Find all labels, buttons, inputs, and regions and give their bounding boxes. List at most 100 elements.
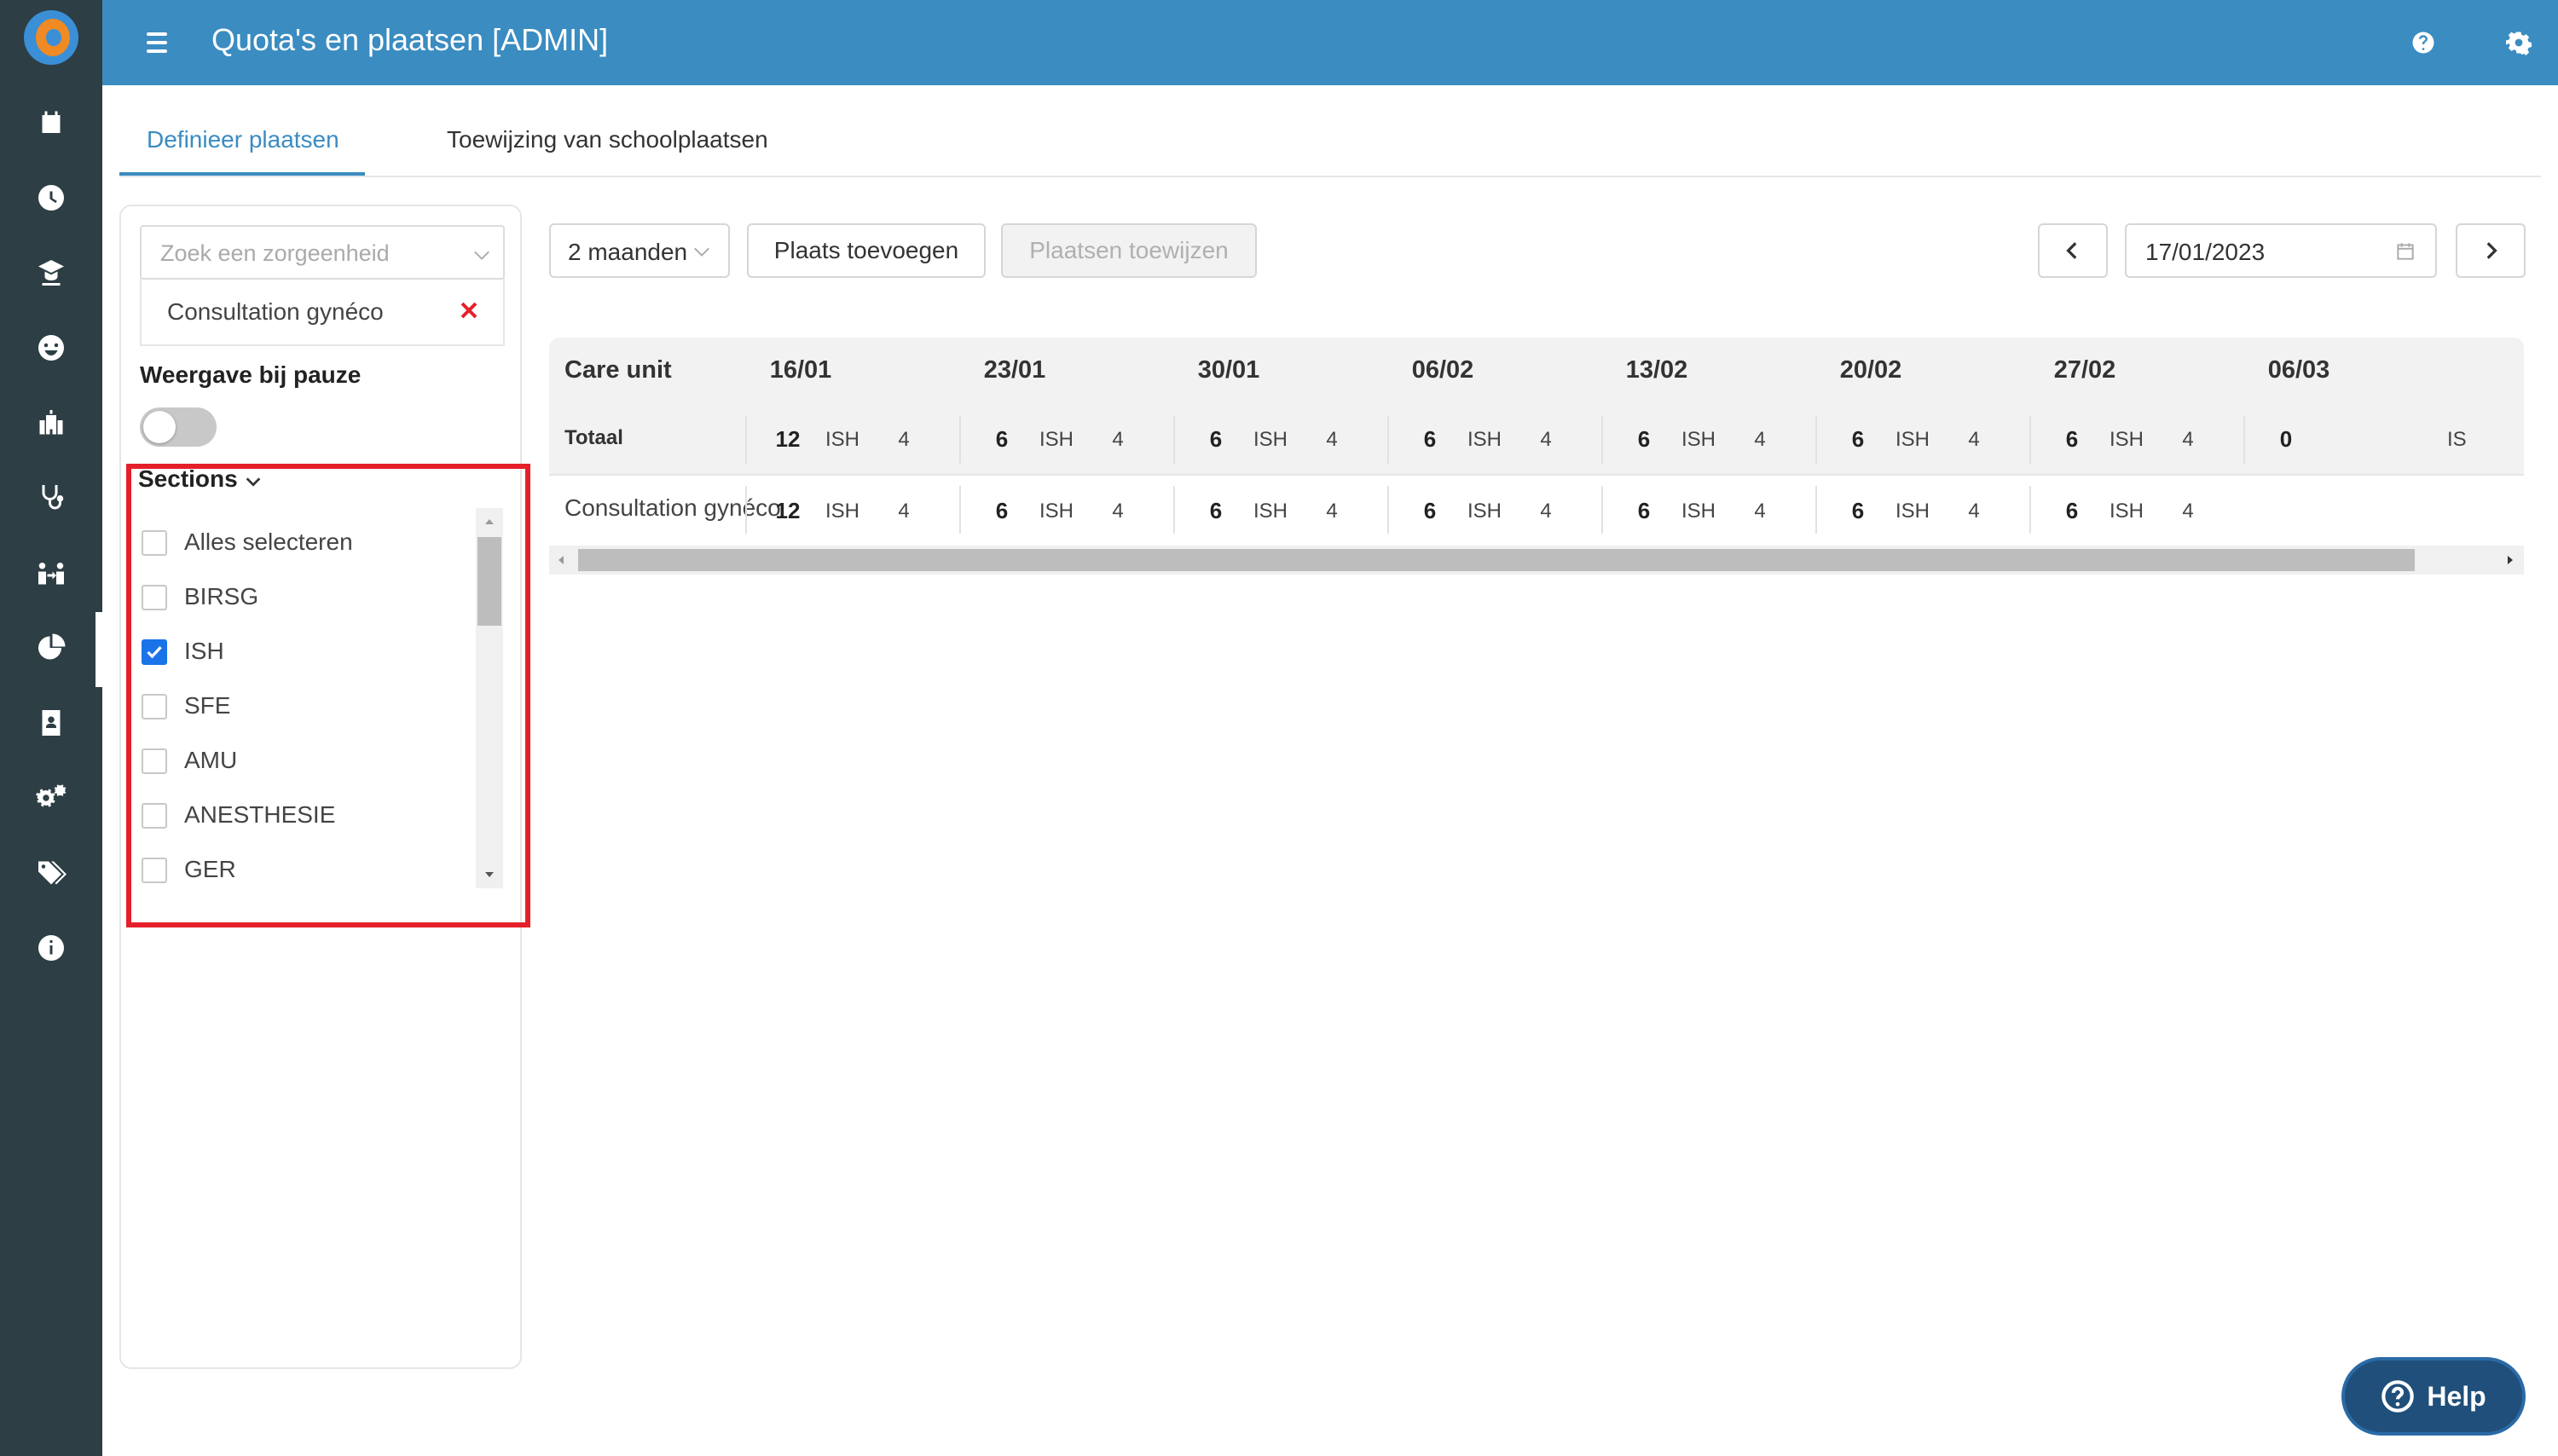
total-cell-section-value: 4 (2182, 428, 2194, 451)
student-icon (38, 260, 64, 286)
checkbox[interactable] (142, 803, 167, 829)
gear-icon (2506, 32, 2532, 55)
total-cell-value: 6 (1423, 426, 1437, 452)
week-column-header: 30/01 (1197, 356, 1260, 384)
quota-table: Care unit Totaal Consultation gynéco 16/… (549, 338, 2524, 578)
chevron-down-icon (472, 246, 489, 261)
chevron-left-icon (2066, 242, 2077, 259)
sections-dropdown-label[interactable]: Sections (138, 465, 238, 493)
section-option-label: ISH (184, 638, 224, 664)
total-cell-value: 6 (995, 426, 1009, 452)
question-circle-icon (2381, 1380, 2415, 1413)
row-cell-value: 6 (1637, 498, 1651, 523)
selected-care-unit: Consultation gynéco (140, 278, 505, 346)
settings-button[interactable] (2500, 24, 2538, 61)
scroll-up-icon[interactable] (483, 515, 496, 529)
sidebar-active-indicator (95, 612, 102, 687)
sidebar-item-tags[interactable] (0, 839, 102, 907)
sidebar-item-exchange[interactable] (0, 539, 102, 607)
assign-places-button[interactable]: Plaatsen toewijzen (1001, 223, 1257, 278)
sidebar-item-settings[interactable] (0, 764, 102, 832)
section-option-ish[interactable]: ISH (138, 629, 462, 672)
sidebar-item-hospital[interactable] (0, 389, 102, 457)
column-separator (1815, 486, 1817, 534)
row-cell-section: ISH (2109, 500, 2144, 523)
sidebar-item-clock[interactable] (0, 164, 102, 232)
sidebar-item-student[interactable] (0, 239, 102, 307)
care-unit-search-select[interactable]: Zoek een zorgeenheid (140, 225, 505, 280)
section-option-birsg[interactable]: BIRSG (138, 575, 462, 617)
period-select[interactable]: 2 maanden (549, 223, 730, 278)
section-option-amu[interactable]: AMU (138, 738, 462, 781)
chevron-right-icon (2486, 242, 2497, 259)
column-separator (959, 416, 961, 464)
page-title: Quota's en plaatsen [ADMIN] (211, 22, 609, 57)
sections-scrollbar[interactable] (476, 508, 503, 888)
calendar-icon (42, 111, 61, 133)
column-separator (1601, 416, 1603, 464)
section-option-ger[interactable]: GER (138, 847, 462, 890)
sidebar-item-info[interactable] (0, 914, 102, 982)
pause-display-toggle[interactable] (140, 407, 217, 447)
sidebar-item-badge[interactable] (0, 689, 102, 757)
add-place-button[interactable]: Plaats toevoegen (747, 223, 986, 278)
checkbox[interactable] (142, 585, 167, 610)
sidebar-item-quota[interactable] (0, 614, 102, 682)
total-cell-value: 12 (775, 426, 801, 452)
hamburger-line (147, 41, 167, 44)
scroll-right-icon[interactable] (2503, 553, 2517, 567)
checkbox[interactable] (142, 530, 167, 556)
remove-care-unit-button[interactable] (455, 297, 483, 324)
help-button-top[interactable] (2405, 24, 2442, 61)
total-cell-section: IS (2447, 428, 2467, 451)
column-separator (1387, 416, 1389, 464)
total-cell-section: ISH (1253, 428, 1288, 451)
checkbox-checked[interactable] (142, 639, 167, 665)
sidebar-item-medical[interactable] (0, 464, 102, 532)
section-option-label: SFE (184, 692, 231, 719)
scrollbar-thumb[interactable] (578, 549, 2415, 571)
section-option-label: GER (184, 856, 236, 882)
checkmark-icon (147, 646, 162, 659)
table-horizontal-scrollbar[interactable] (549, 546, 2524, 575)
help-floating-button[interactable]: Help (2341, 1357, 2526, 1436)
row-cell-section: ISH (1895, 500, 1930, 523)
stethoscope-icon (42, 485, 64, 510)
tab-toewijzing-schoolplaatsen[interactable]: Toewijzing van schoolplaatsen (447, 126, 768, 153)
column-separator (2029, 486, 2031, 534)
scrollbar-thumb[interactable] (477, 537, 501, 626)
close-icon (460, 302, 477, 319)
scroll-left-icon[interactable] (554, 553, 568, 567)
row-cell-section-value: 4 (1968, 500, 1980, 523)
total-cell-value: 6 (1851, 426, 1865, 452)
date-picker-input[interactable]: 17/01/2023 (2125, 223, 2437, 278)
section-option-all[interactable]: Alles selecteren (138, 520, 462, 563)
row-cell-section-value: 4 (1112, 500, 1124, 523)
sections-checklist: Alles selecteren BIRSG ISH SFE AMU ANEST… (138, 511, 505, 895)
sidebar-item-patients[interactable] (0, 314, 102, 382)
week-column-header: 06/03 (2267, 356, 2330, 384)
tab-definieer-plaatsen[interactable]: Definieer plaatsen (147, 126, 339, 153)
menu-toggle-button[interactable] (142, 26, 176, 60)
chevron-down-icon[interactable] (244, 472, 263, 491)
question-circle-icon (2412, 32, 2434, 54)
calendar-icon[interactable] (2394, 240, 2416, 263)
section-option-anesthesie[interactable]: ANESTHESIE (138, 793, 462, 835)
sidebar-item-calendar[interactable] (0, 89, 102, 157)
row-cell-value: 6 (2065, 498, 2079, 523)
checkbox[interactable] (142, 858, 167, 883)
checkbox[interactable] (142, 748, 167, 774)
period-value: 2 maanden (568, 239, 688, 265)
next-period-button[interactable] (2456, 223, 2526, 278)
column-separator (745, 416, 747, 464)
checkbox[interactable] (142, 694, 167, 719)
column-separator (1173, 486, 1175, 534)
scroll-down-icon[interactable] (483, 868, 496, 881)
previous-period-button[interactable] (2038, 223, 2108, 278)
week-column-header: 13/02 (1625, 356, 1688, 384)
app-logo[interactable] (24, 10, 78, 65)
row-cell-section: ISH (825, 500, 860, 523)
total-cell-value: 6 (2065, 426, 2079, 452)
section-option-sfe[interactable]: SFE (138, 684, 462, 726)
row-cell-section: ISH (1039, 500, 1074, 523)
